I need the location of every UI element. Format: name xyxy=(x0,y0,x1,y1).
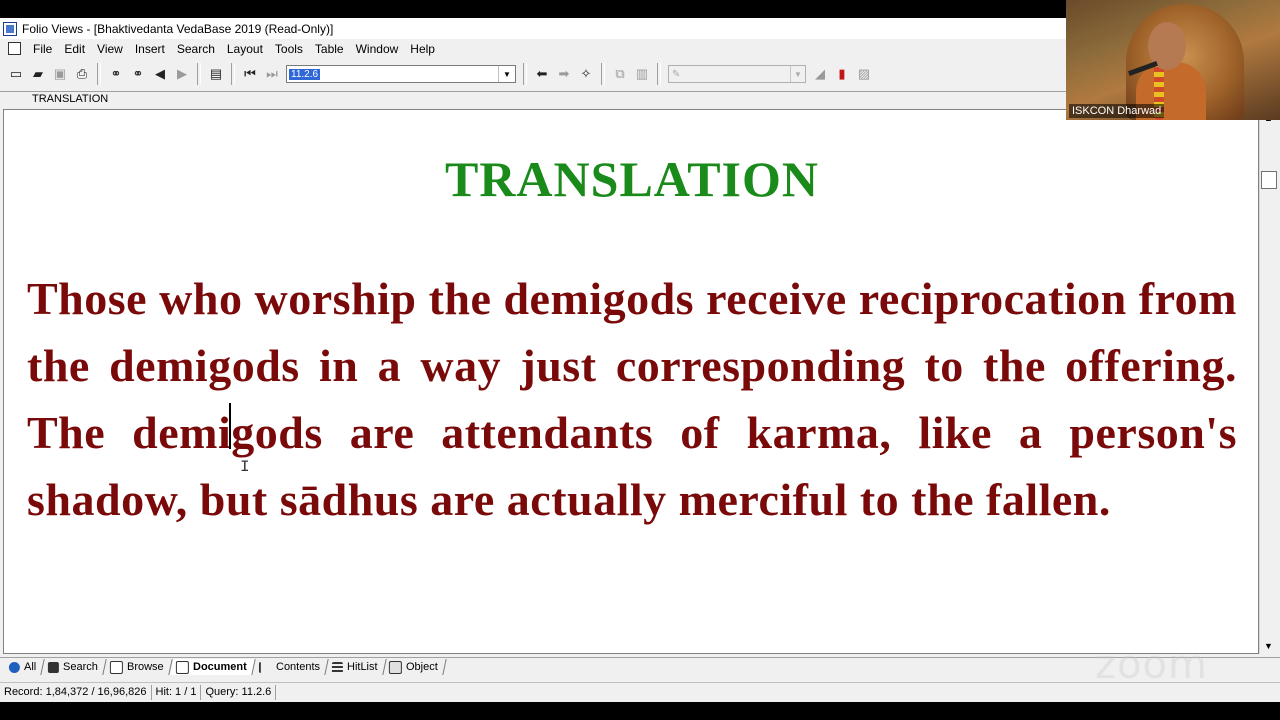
query-combo-value: 11.2.6 xyxy=(289,68,321,80)
tab-label: Search xyxy=(63,661,99,673)
chevron-down-icon[interactable]: ▼ xyxy=(790,66,805,82)
document-heading: TRANSLATION xyxy=(444,151,820,207)
print-icon[interactable]: ⎙ xyxy=(72,64,92,84)
contents-tree-icon xyxy=(258,661,272,673)
book-icon xyxy=(110,660,124,674)
menu-edit[interactable]: Edit xyxy=(58,42,91,56)
toolbar-separator xyxy=(601,63,605,85)
text-caret xyxy=(229,403,231,449)
tab-search[interactable]: Search xyxy=(42,659,107,675)
tab-label: Contents xyxy=(275,661,320,673)
screen-bottom-border xyxy=(0,702,1280,720)
section-label: TRANSLATION xyxy=(32,93,109,105)
note-icon[interactable]: ▨ xyxy=(854,64,874,84)
menu-bar: File Edit View Insert Search Layout Tool… xyxy=(0,39,1066,58)
title-bar: Folio Views - [Bhaktivedanta VedaBase 20… xyxy=(0,18,1066,39)
toolbar-separator xyxy=(231,63,235,85)
menu-layout[interactable]: Layout xyxy=(221,42,269,56)
menu-file[interactable]: File xyxy=(27,42,58,56)
open-folder-icon[interactable]: ▰ xyxy=(28,64,48,84)
binoculars-search-icon[interactable]: ⚭ xyxy=(106,64,126,84)
status-query: Query: 11.2.6 xyxy=(201,684,277,700)
menu-help[interactable]: Help xyxy=(404,42,441,56)
tab-all[interactable]: All xyxy=(3,659,45,675)
copy-icon[interactable]: ⧉ xyxy=(610,64,630,84)
zoom-watermark: zoom xyxy=(1095,642,1208,688)
section-bar: TRANSLATION xyxy=(0,91,1066,108)
back-arrow-icon[interactable]: ⬅ xyxy=(532,64,552,84)
list-icon xyxy=(331,661,343,673)
ibeam-cursor-icon: I xyxy=(240,458,250,476)
scrollbar-thumb[interactable] xyxy=(1261,171,1277,189)
document-pane[interactable]: TRANSLATION Those who worship the demigo… xyxy=(3,109,1259,654)
tab-document[interactable]: Document xyxy=(170,659,256,675)
tab-object[interactable]: Object xyxy=(383,659,447,675)
document-window-icon[interactable] xyxy=(8,42,21,55)
toolbar-separator xyxy=(523,63,527,85)
document-icon xyxy=(175,660,189,674)
view-tabs: All Search Browse Document Contents HitL… xyxy=(0,657,1280,676)
new-file-icon[interactable]: ▭ xyxy=(6,64,26,84)
participant-name-label: ISKCON Dharwad xyxy=(1069,104,1165,118)
tab-label: HitList xyxy=(346,661,378,673)
status-record: Record: 1,84,372 / 16,96,826 xyxy=(0,684,152,700)
previous-record-icon[interactable]: ⏮ xyxy=(240,64,260,84)
highlight-icon[interactable]: ◢ xyxy=(810,64,830,84)
scroll-down-icon[interactable]: ▼ xyxy=(1260,637,1277,654)
chevron-down-icon[interactable]: ▼ xyxy=(498,66,515,82)
tab-label: All xyxy=(24,661,37,673)
object-icon xyxy=(389,660,403,674)
tab-label: Object xyxy=(406,661,438,673)
previous-hit-icon[interactable]: ◀ xyxy=(150,64,170,84)
status-bar: Record: 1,84,372 / 16,96,826 Hit: 1 / 1 … xyxy=(0,682,1280,701)
translation-text[interactable]: Those who worship the demigods receive r… xyxy=(27,265,1237,533)
sparkle-icon[interactable]: ✧ xyxy=(576,64,596,84)
menu-window[interactable]: Window xyxy=(350,42,405,56)
menu-tools[interactable]: Tools xyxy=(269,42,309,56)
toolbar-separator xyxy=(197,63,201,85)
vertical-scrollbar[interactable]: ▲ ▼ xyxy=(1259,109,1277,654)
globe-icon xyxy=(9,661,20,673)
toolbar: ▭ ▰ ▣ ⎙ ⚭ ⚭ ◀ ▶ ▤ ⏮ ⏭ 11.2.6 ▼ ⬅ ➡ ✧ ⧉ ▥… xyxy=(0,59,1066,89)
menu-table[interactable]: Table xyxy=(309,42,350,56)
folio-app-icon xyxy=(3,21,17,36)
menu-insert[interactable]: Insert xyxy=(129,42,171,56)
binoculars-icon xyxy=(48,661,60,673)
menu-view[interactable]: View xyxy=(91,42,129,56)
binoculars-query-icon[interactable]: ⚭ xyxy=(128,64,148,84)
paste-icon[interactable]: ▥ xyxy=(632,64,652,84)
highlighter-icon: ✎ xyxy=(672,68,681,80)
contents-view-icon[interactable]: ▤ xyxy=(206,64,226,84)
participant-video[interactable]: ISKCON Dharwad xyxy=(1066,0,1280,120)
status-hit: Hit: 1 / 1 xyxy=(152,684,202,700)
style-combo[interactable]: ✎ ▼ xyxy=(668,65,806,83)
next-hit-icon[interactable]: ▶ xyxy=(172,64,192,84)
next-record-icon[interactable]: ⏭ xyxy=(262,64,282,84)
bookmark-icon[interactable]: ▮ xyxy=(832,64,852,84)
tab-browse[interactable]: Browse xyxy=(104,659,173,675)
tab-label: Browse xyxy=(127,661,164,673)
tab-hitlist[interactable]: HitList xyxy=(325,659,386,675)
tab-contents[interactable]: Contents xyxy=(252,659,329,675)
folio-views-window: Folio Views - [Bhaktivedanta VedaBase 20… xyxy=(0,18,1280,702)
window-title: Folio Views - [Bhaktivedanta VedaBase 20… xyxy=(22,21,334,36)
toolbar-separator xyxy=(657,63,661,85)
tab-label: Document xyxy=(192,661,247,673)
save-icon[interactable]: ▣ xyxy=(50,64,70,84)
menu-search[interactable]: Search xyxy=(171,42,221,56)
query-combo[interactable]: 11.2.6 ▼ xyxy=(286,65,516,83)
toolbar-separator xyxy=(97,63,101,85)
forward-arrow-icon[interactable]: ➡ xyxy=(554,64,574,84)
